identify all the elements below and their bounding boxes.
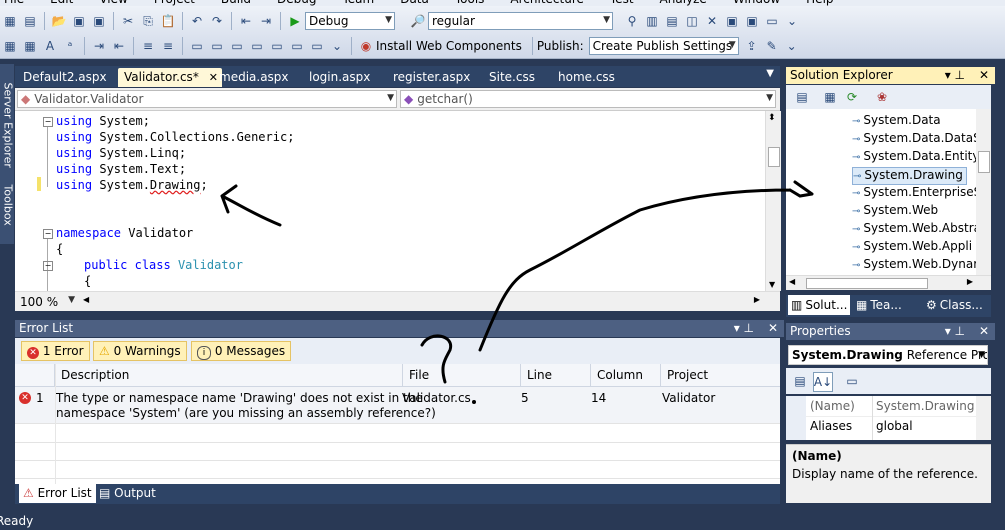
- annotation-dot: [472, 400, 476, 404]
- annotation-overlay: [220, 180, 814, 404]
- annotation-arrow-curve: [478, 180, 814, 352]
- annotation-question-hook: [420, 334, 453, 384]
- annotation-arrow-left: [220, 184, 282, 227]
